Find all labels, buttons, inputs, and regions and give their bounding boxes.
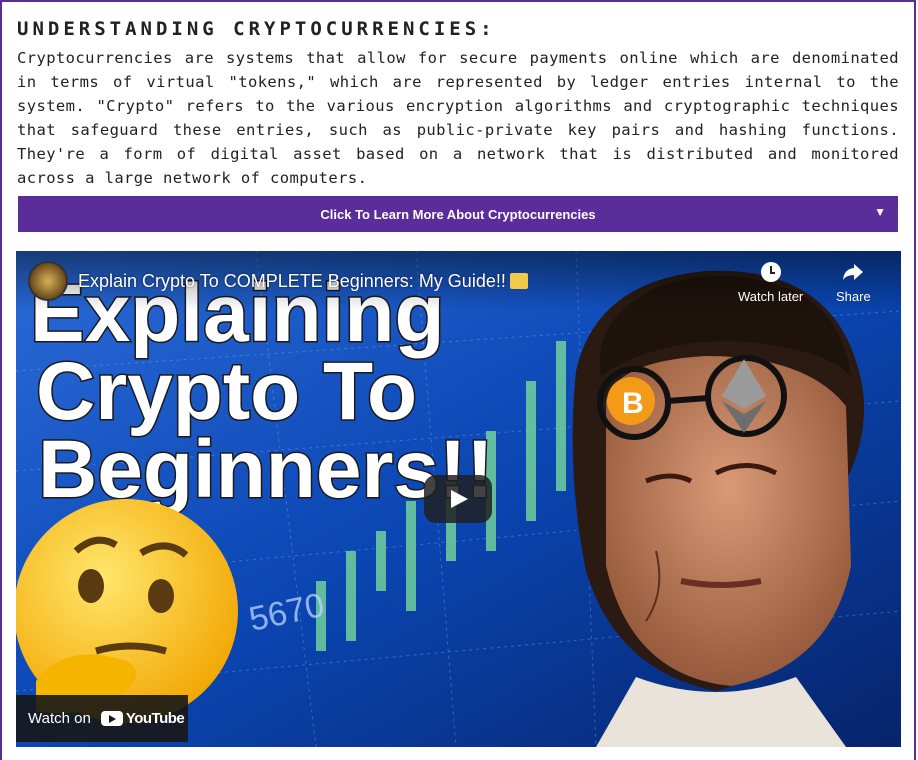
channel-avatar[interactable] bbox=[28, 261, 68, 301]
watch-later-button[interactable]: Watch later bbox=[738, 261, 803, 304]
share-button[interactable]: Share bbox=[836, 261, 871, 304]
video-title[interactable]: Explain Crypto To COMPLETE Beginners: My… bbox=[78, 271, 528, 292]
clock-icon bbox=[760, 262, 781, 282]
watch-later-label: Watch later bbox=[738, 289, 804, 304]
emoji-icon bbox=[509, 273, 528, 289]
youtube-logo-icon: YouTube bbox=[100, 710, 185, 727]
bitcoin-icon: B bbox=[622, 387, 644, 420]
thinking-emoji-icon bbox=[16, 499, 238, 723]
watch-on-label: Watch on bbox=[28, 710, 91, 727]
watch-on-youtube-button[interactable]: Watch on YouTube bbox=[16, 695, 188, 742]
youtube-embed[interactable]: 5670 Explaining Crypto To Beginners!! B … bbox=[16, 251, 901, 747]
video-title-text: Explain Crypto To COMPLETE Beginners: My… bbox=[78, 271, 506, 291]
section-paragraph: Cryptocurrencies are systems that allow … bbox=[17, 49, 899, 187]
section-heading: UNDERSTANDING CRYPTOCURRENCIES: bbox=[17, 18, 496, 40]
share-icon bbox=[843, 264, 864, 280]
learn-more-accordion[interactable]: Click To Learn More About Cryptocurrenci… bbox=[18, 196, 898, 232]
caret-down-icon: ▼ bbox=[874, 205, 886, 219]
youtube-label: YouTube bbox=[125, 710, 185, 727]
accordion-label: Click To Learn More About Cryptocurrenci… bbox=[320, 206, 596, 222]
play-button[interactable] bbox=[424, 475, 492, 523]
share-label: Share bbox=[836, 289, 871, 304]
